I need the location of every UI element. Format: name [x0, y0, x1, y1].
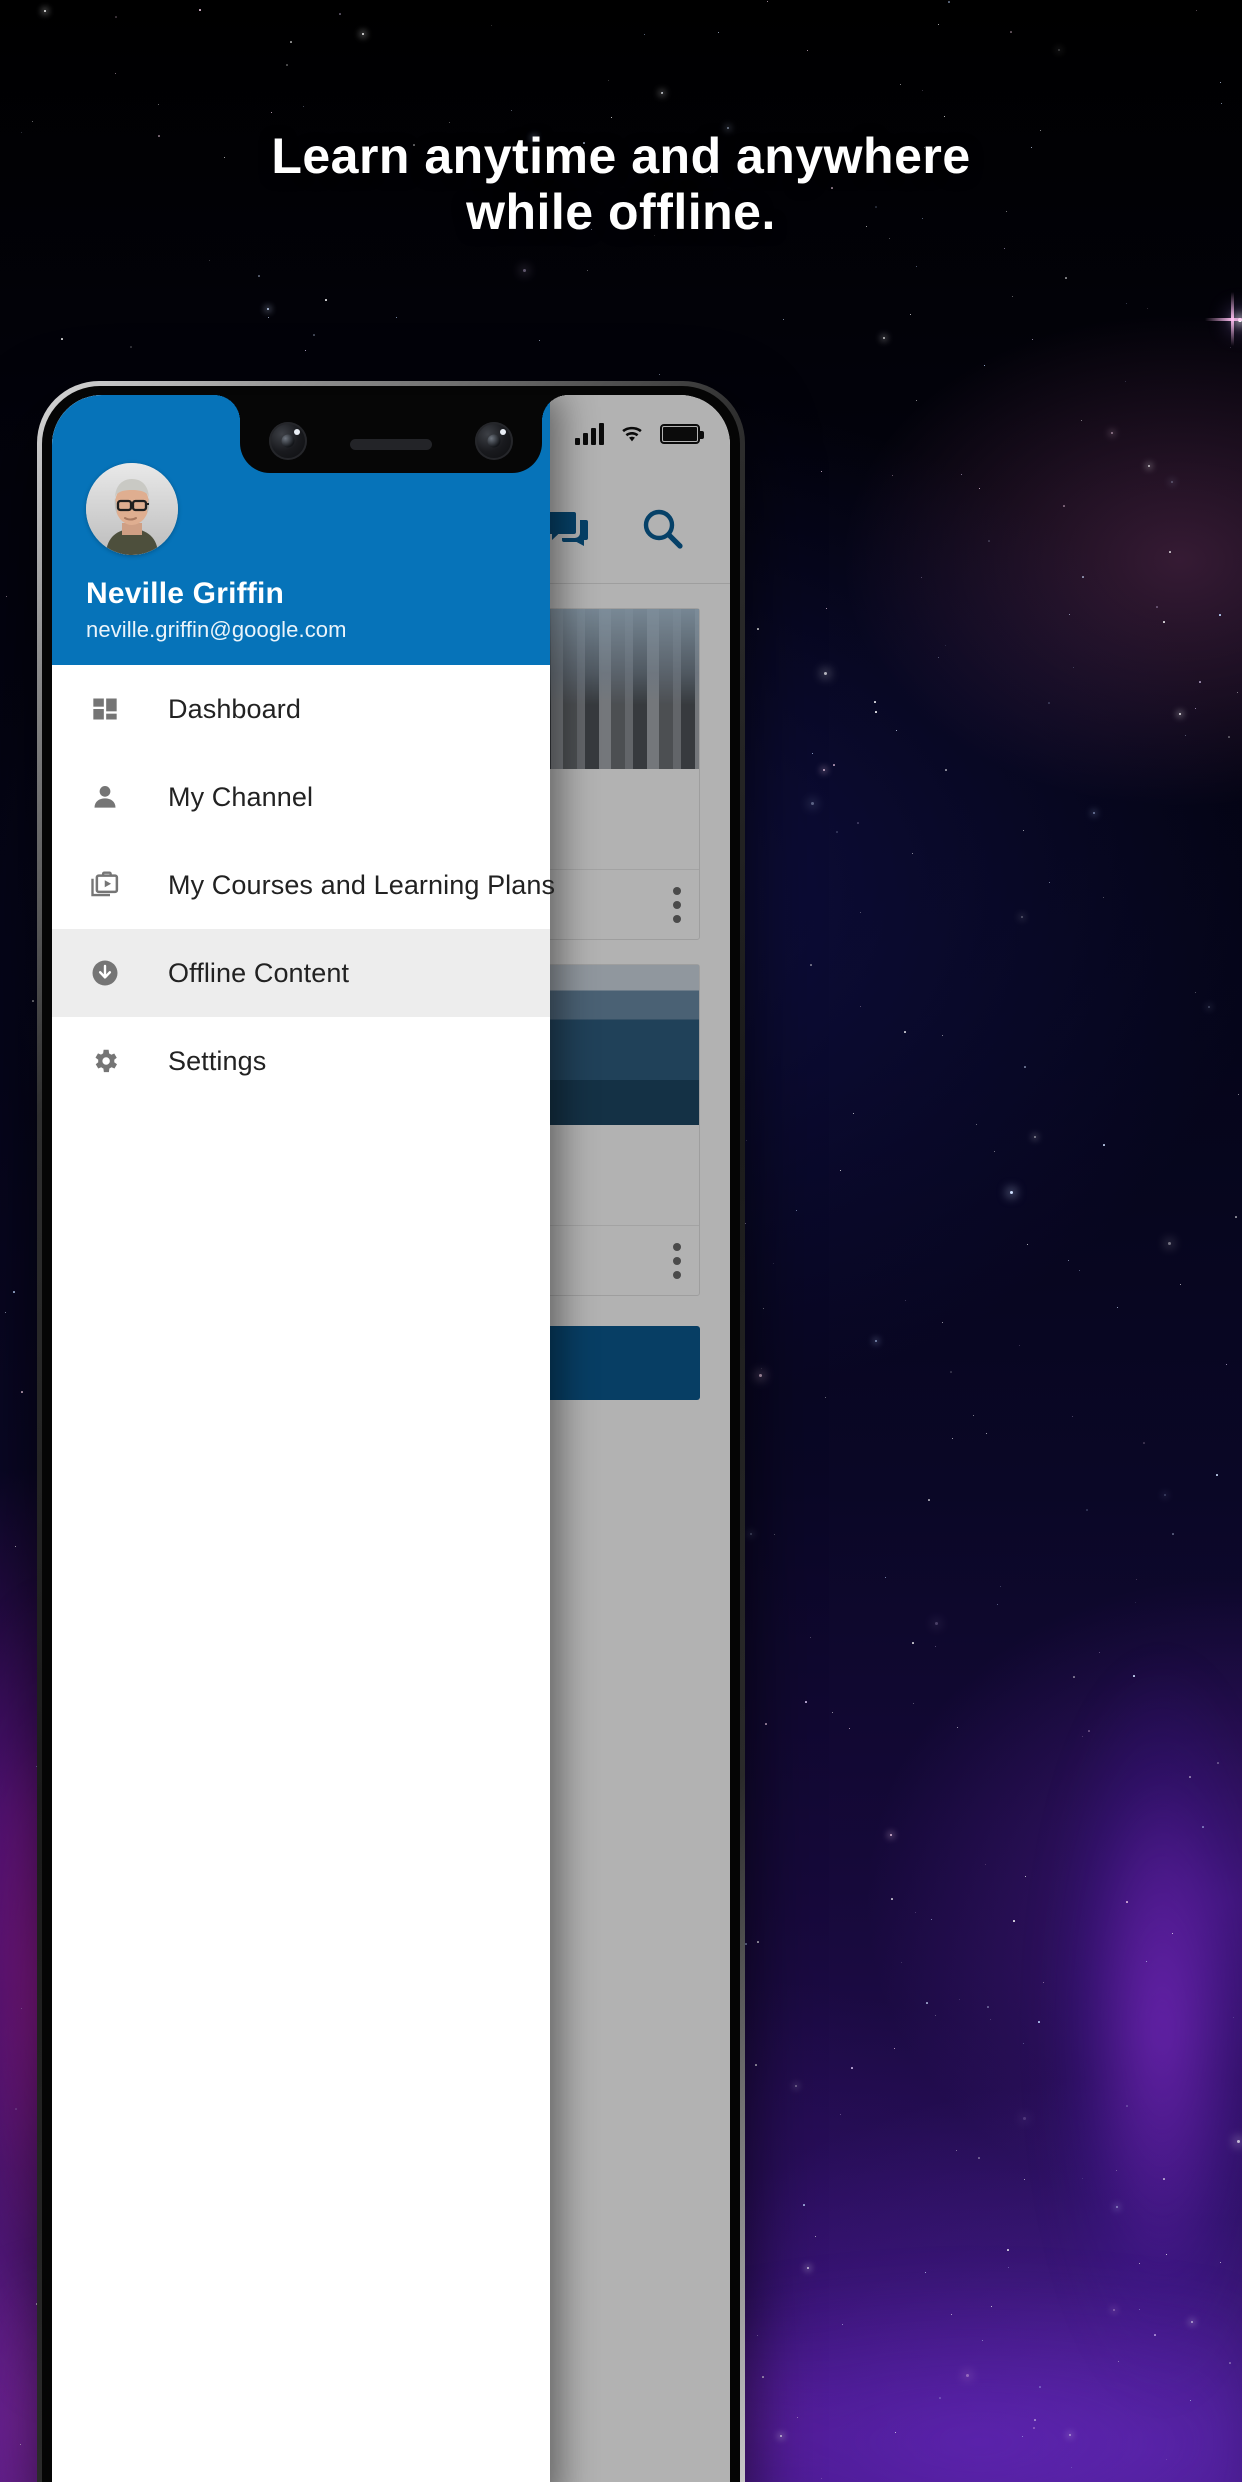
dashboard-grid-icon — [82, 686, 128, 732]
promo-screenshot: Learn anytime and anywhere while offline… — [0, 0, 1242, 2482]
sidebar-item-label: Dashboard — [168, 693, 301, 724]
person-icon — [82, 774, 128, 820]
download-circle-icon — [82, 950, 128, 996]
sidebar-item-settings[interactable]: Settings — [52, 1017, 550, 1105]
sidebar-item-dashboard[interactable]: Dashboard — [52, 665, 550, 753]
front-camera-right-icon — [475, 422, 513, 460]
sidebar-item-offline-content[interactable]: Offline Content — [52, 929, 550, 1017]
headline-line-2: while offline. — [466, 184, 776, 240]
gear-icon — [82, 1038, 128, 1084]
star-flare-horizontal — [1205, 318, 1242, 321]
navigation-drawer: Neville Griffin neville.griffin@google.c… — [52, 395, 555, 2482]
promo-headline: Learn anytime and anywhere while offline… — [0, 128, 1242, 240]
user-name: Neville Griffin — [86, 577, 285, 610]
phone-bezel: ts of UX — st... Ureña ts of UX — st... — [42, 386, 740, 2482]
sidebar-item-label: Settings — [168, 1045, 267, 1076]
front-camera-left-icon — [269, 422, 307, 460]
sidebar-item-label: My Courses and Learning Plans — [168, 869, 556, 900]
phone-mockup: ts of UX — st... Ureña ts of UX — st... — [37, 381, 745, 2482]
avatar[interactable] — [86, 463, 178, 555]
briefcase-play-icon — [82, 862, 128, 908]
user-avatar-photo — [86, 463, 178, 555]
headline-line-1: Learn anytime and anywhere — [271, 128, 971, 184]
user-email: neville.griffin@google.com — [86, 617, 347, 642]
phone-screen: ts of UX — st... Ureña ts of UX — st... — [52, 395, 730, 2482]
sidebar-item-label: Offline Content — [168, 957, 350, 988]
sidebar-item-my-channel[interactable]: My Channel — [52, 753, 550, 841]
phone-notch — [214, 395, 542, 473]
drawer-nav-list: Dashboard My Channel My Courses and Lear… — [52, 665, 555, 1105]
sidebar-item-my-courses[interactable]: My Courses and Learning Plans — [52, 841, 555, 929]
earpiece-speaker — [350, 439, 432, 450]
sidebar-item-label: My Channel — [168, 781, 314, 812]
